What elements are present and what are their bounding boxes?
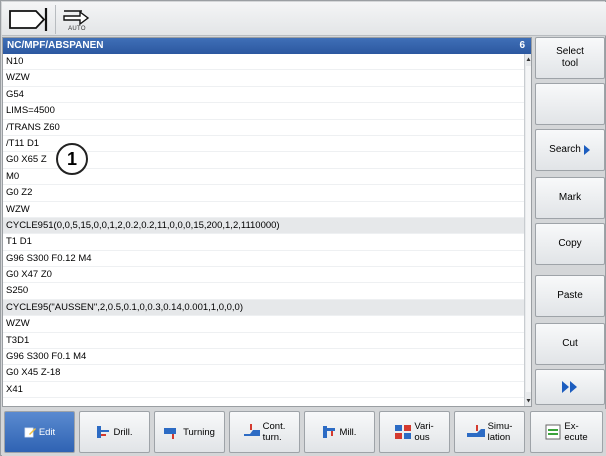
drill-icon — [96, 426, 109, 438]
jog-mode-icon[interactable] — [6, 5, 56, 34]
auto-mode-label: AUTO — [68, 26, 86, 32]
scroll-down-icon[interactable] — [526, 398, 531, 403]
program-line[interactable]: WZW — [3, 316, 524, 333]
cont-turn-label-2: turn. — [262, 432, 282, 443]
cont-turn-label-1: Cont. — [262, 421, 286, 432]
editor-header: NC/MPF/ABSPANEN 6 — [3, 38, 531, 54]
select-tool-label-2: tool — [561, 58, 579, 69]
select-tool-label-1: Select — [556, 46, 584, 57]
cut-button[interactable]: Cut — [535, 323, 605, 365]
line-count: 6 — [519, 40, 525, 51]
chevron-right-icon — [583, 145, 590, 155]
program-line-cycle95[interactable]: CYCLE95("AUSSEN",2,0.5,0.1,0,0.3,0.14,0.… — [3, 299, 524, 317]
more-softkeys-button[interactable] — [535, 369, 605, 405]
simulation-label-2: lation — [487, 432, 511, 443]
drill-label: Drill. — [113, 426, 133, 438]
drill-tab[interactable]: Drill. — [79, 411, 150, 453]
program-lines[interactable]: N10 WZW G54 LIMS=4500 /TRANS Z60 /T11 D1… — [3, 54, 524, 406]
paste-button[interactable]: Paste — [535, 275, 605, 317]
program-line[interactable]: G0 X45 Z-18 — [3, 365, 524, 382]
execute-label-2: ecute — [564, 432, 588, 443]
mill-label: Mill. — [339, 426, 357, 438]
pencil-icon — [24, 427, 36, 438]
various-label-1: Vari- — [414, 421, 434, 432]
program-line[interactable]: G54 — [3, 87, 524, 104]
program-line[interactable]: T1 D1 — [3, 234, 524, 251]
search-button[interactable]: Search — [535, 129, 605, 171]
contour-turning-tab[interactable]: Cont. turn. — [229, 411, 300, 453]
mark-button[interactable]: Mark — [535, 177, 605, 219]
blank-softkey[interactable] — [535, 83, 605, 125]
simulation-tab[interactable]: Simu-lation — [454, 411, 525, 453]
top-status-bar: AUTO — [2, 2, 606, 36]
edit-label: Edit — [38, 426, 56, 438]
cut-label: Cut — [562, 338, 578, 349]
program-line[interactable]: LIMS=4500 — [3, 103, 524, 120]
fast-forward-icon — [562, 381, 577, 393]
program-line[interactable]: G96 S300 F0.12 M4 — [3, 251, 524, 268]
select-tool-button[interactable]: Select tool — [535, 37, 605, 79]
program-editor[interactable]: NC/MPF/ABSPANEN 6 N10 WZW G54 LIMS=4500 … — [2, 37, 532, 407]
program-line-cycle951[interactable]: CYCLE951(0,0,5,15,0,0,1,2,0.2,0.2,11,0,0… — [3, 217, 524, 235]
edit-tab[interactable]: Edit — [4, 411, 75, 453]
program-line[interactable]: G96 S300 F0.1 M4 — [3, 349, 524, 366]
milling-icon — [322, 426, 335, 438]
execute-tab[interactable]: Ex-ecute — [530, 411, 603, 453]
vertical-softkeys: Select tool Search Mark Copy Paste Cut — [533, 37, 606, 407]
mark-label: Mark — [558, 192, 582, 203]
simulation-icon — [466, 425, 485, 437]
program-path: NC/MPF/ABSPANEN — [7, 40, 104, 51]
scroll-thumb[interactable] — [526, 66, 531, 392]
horizontal-softkeys: Edit Drill. Turning Cont. turn. Mill. Va… — [2, 409, 606, 456]
program-line[interactable]: G0 X47 Z0 — [3, 267, 524, 284]
program-line[interactable]: /TRANS Z60 — [3, 120, 524, 136]
turning-icon — [164, 428, 177, 439]
various-label-2: ous — [414, 432, 430, 443]
turning-label: Turning — [183, 426, 215, 438]
program-line[interactable]: WZW — [3, 202, 524, 218]
execute-icon — [545, 424, 561, 440]
vertical-scrollbar[interactable] — [524, 54, 531, 406]
contour-turning-icon — [243, 424, 260, 436]
program-line[interactable]: T3D1 — [3, 333, 524, 350]
program-line[interactable]: N10 — [3, 54, 524, 71]
callout-marker: 1 — [56, 143, 88, 175]
milling-tab[interactable]: Mill. — [304, 411, 375, 453]
execute-label-1: Ex- — [564, 421, 579, 432]
cnc-screen: AUTO NC/MPF/ABSPANEN 6 N10 WZW G54 LIMS=… — [0, 0, 606, 456]
program-line[interactable]: WZW — [3, 70, 524, 87]
scroll-up-icon[interactable] — [526, 57, 531, 62]
paste-label: Paste — [557, 290, 583, 301]
simulation-label-1: Simu- — [487, 421, 513, 432]
program-line[interactable]: S250 — [3, 283, 524, 300]
copy-button[interactable]: Copy — [535, 223, 605, 265]
various-tab[interactable]: Vari-ous — [379, 411, 450, 453]
search-label: Search — [549, 144, 581, 155]
program-line[interactable]: G0 Z2 — [3, 185, 524, 202]
copy-label: Copy — [558, 238, 582, 249]
various-icon — [395, 425, 412, 439]
program-line[interactable]: X41 — [3, 382, 524, 399]
turning-tab[interactable]: Turning — [154, 411, 225, 453]
